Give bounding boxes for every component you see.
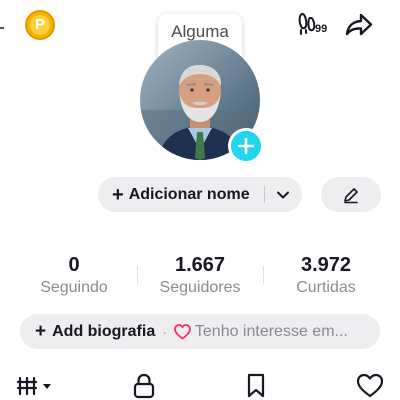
grid-menu-icon xyxy=(16,376,51,396)
plus-icon: + xyxy=(112,183,124,206)
share-button[interactable] xyxy=(344,8,374,42)
interest-text: Tenho interesse em... xyxy=(194,322,348,340)
bio-pill[interactable]: + Add biografia · Tenho interesse em... xyxy=(20,314,380,349)
heart-outline-icon xyxy=(173,323,191,340)
stat-followers[interactable]: 1.667 Seguidores xyxy=(145,253,255,298)
back-edge-indicator xyxy=(0,27,4,29)
footprint-badge-icon xyxy=(298,12,316,35)
coin-button[interactable]: P xyxy=(25,10,55,40)
stat-divider xyxy=(137,266,138,284)
followers-count: 1.667 xyxy=(174,254,226,276)
likes-label: Curtidas xyxy=(296,279,356,296)
following-count: 0 xyxy=(68,254,80,276)
add-name-label: Adicionar nome xyxy=(128,185,250,203)
stat-following[interactable]: 0 Seguindo xyxy=(19,253,129,298)
heart-icon xyxy=(356,373,384,398)
plus-icon xyxy=(238,138,254,154)
tab-liked[interactable] xyxy=(356,372,384,400)
badge-count: 99 xyxy=(315,23,328,35)
followers-label: Seguidores xyxy=(159,279,241,296)
add-photo-button[interactable] xyxy=(228,128,264,164)
add-name-button[interactable]: + Adicionar nome xyxy=(98,177,302,212)
following-label: Seguindo xyxy=(40,279,108,296)
tab-private[interactable] xyxy=(132,372,156,400)
plus-icon: + xyxy=(35,321,47,342)
add-bio-label: Add biografia xyxy=(52,322,156,340)
edit-profile-button[interactable] xyxy=(321,177,381,212)
bio-separator: · xyxy=(162,323,167,340)
chevron-down-icon[interactable] xyxy=(273,185,293,205)
tab-saved[interactable] xyxy=(245,372,267,400)
stat-likes[interactable]: 3.972 Curtidas xyxy=(271,253,381,298)
stat-divider xyxy=(263,266,264,284)
share-icon xyxy=(345,13,373,36)
pill-divider xyxy=(264,186,265,203)
footprint-badge-button[interactable]: 99 xyxy=(298,8,327,42)
likes-count: 3.972 xyxy=(300,254,352,276)
bookmark-icon xyxy=(247,373,265,398)
lock-icon xyxy=(133,373,155,399)
coin-icon: P xyxy=(30,15,50,35)
tab-videos[interactable] xyxy=(16,372,54,400)
pencil-icon xyxy=(344,187,358,203)
